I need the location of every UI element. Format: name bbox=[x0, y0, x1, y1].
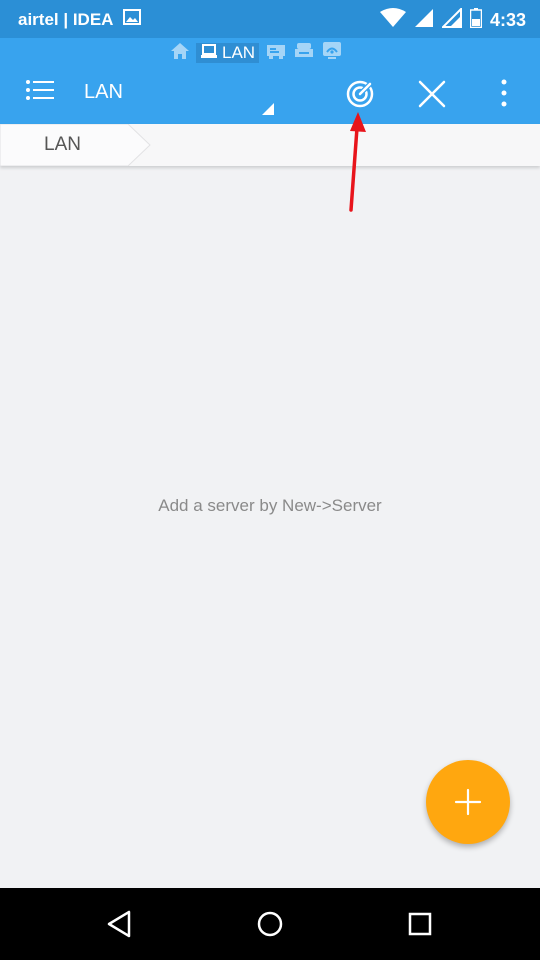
lan-icon bbox=[200, 43, 218, 64]
window-nav-strip: LAN bbox=[170, 41, 343, 66]
more-vert-icon[interactable] bbox=[494, 76, 514, 112]
annotation-arrow bbox=[349, 112, 366, 212]
battery-icon bbox=[469, 8, 483, 33]
recent-apps-icon[interactable] bbox=[404, 908, 436, 940]
android-icon[interactable] bbox=[293, 42, 315, 65]
signal-icon bbox=[414, 8, 434, 33]
status-time: 4:33 bbox=[489, 10, 526, 30]
signal-icon bbox=[440, 6, 462, 33]
cast-icon[interactable] bbox=[321, 41, 343, 66]
toolbar: LAN bbox=[0, 68, 540, 120]
status-bar: airtel | IDEA 4:33 bbox=[0, 0, 540, 38]
wifi-icon bbox=[379, 8, 406, 33]
close-icon[interactable] bbox=[416, 78, 448, 110]
system-nav-bar bbox=[0, 888, 540, 960]
gallery-icon bbox=[123, 9, 142, 30]
home-button-icon[interactable] bbox=[254, 908, 286, 940]
toolbar-title[interactable]: LAN bbox=[84, 81, 123, 104]
nav-tab-lan-label: LAN bbox=[222, 43, 256, 62]
scan-icon[interactable] bbox=[344, 78, 376, 110]
carrier-label: airtel | IDEA bbox=[18, 9, 114, 29]
nav-tab-lan[interactable]: LAN bbox=[196, 43, 260, 64]
empty-state-message: Add a server by New->Server bbox=[158, 496, 382, 515]
home-icon[interactable] bbox=[170, 42, 190, 65]
dropdown-triangle-icon[interactable] bbox=[262, 102, 274, 115]
status-right: 4:33 bbox=[379, 6, 526, 33]
ftp-icon[interactable] bbox=[265, 42, 287, 65]
back-icon[interactable] bbox=[104, 908, 136, 940]
menu-icon[interactable] bbox=[24, 78, 60, 108]
breadcrumb-item-lan[interactable]: LAN bbox=[0, 124, 152, 166]
status-left: airtel | IDEA bbox=[18, 9, 142, 30]
app-bar: LAN LAN bbox=[0, 38, 540, 124]
add-fab-button[interactable] bbox=[426, 760, 510, 844]
plus-icon bbox=[454, 788, 482, 816]
breadcrumb: LAN bbox=[0, 124, 540, 166]
breadcrumb-label: LAN bbox=[44, 134, 81, 155]
